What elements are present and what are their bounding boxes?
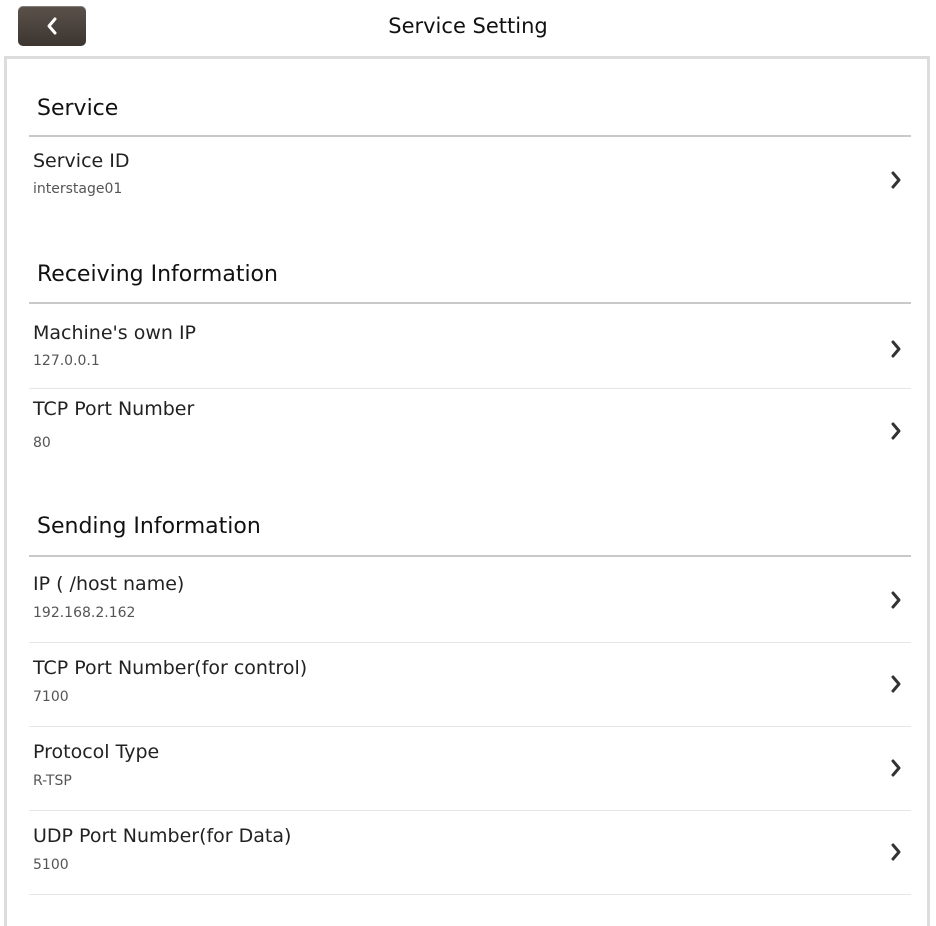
chevron-right-icon — [891, 422, 901, 440]
chevron-right-icon — [891, 843, 901, 861]
setting-row-service-id[interactable]: Service ID interstage01 — [29, 142, 911, 222]
chevron-right-icon — [891, 759, 901, 777]
setting-label: TCP Port Number(for control) — [33, 657, 308, 679]
section-title: Receiving Information — [37, 262, 278, 287]
setting-value: R-TSP — [33, 773, 72, 789]
chevron-right-icon — [891, 675, 901, 693]
setting-label: Machine's own IP — [33, 322, 197, 344]
setting-row-ip-host-name[interactable]: IP ( /host name) 192.168.2.162 — [29, 559, 911, 643]
setting-label: UDP Port Number(for Data) — [33, 825, 292, 847]
setting-label: IP ( /host name) — [33, 573, 185, 595]
header-bar: Service Setting — [0, 0, 936, 56]
section-header-receiving-information: Receiving Information — [29, 258, 911, 304]
section-header-sending-information: Sending Information — [29, 510, 911, 557]
section-header-service: Service — [29, 92, 911, 137]
chevron-right-icon — [891, 591, 901, 609]
setting-label: Protocol Type — [33, 741, 160, 763]
chevron-right-icon — [891, 340, 901, 358]
setting-label: TCP Port Number — [33, 398, 195, 420]
section-title: Service — [37, 96, 119, 121]
setting-row-tcp-port-control[interactable]: TCP Port Number(for control) 7100 — [29, 643, 911, 727]
setting-value: 5100 — [33, 857, 69, 873]
setting-value: 127.0.0.1 — [33, 353, 100, 369]
setting-row-protocol-type[interactable]: Protocol Type R-TSP — [29, 727, 911, 811]
setting-value: interstage01 — [33, 181, 123, 197]
chevron-right-icon — [891, 171, 901, 189]
setting-value: 192.168.2.162 — [33, 605, 136, 621]
setting-row-udp-port-data[interactable]: UDP Port Number(for Data) 5100 — [29, 811, 911, 895]
setting-row-machine-ip[interactable]: Machine's own IP 127.0.0.1 — [29, 306, 911, 389]
setting-value: 80 — [33, 435, 51, 451]
setting-value: 7100 — [33, 689, 69, 705]
setting-row-tcp-port[interactable]: TCP Port Number 80 — [29, 390, 911, 474]
setting-label: Service ID — [33, 150, 130, 172]
section-title: Sending Information — [37, 514, 261, 539]
page-title: Service Setting — [388, 14, 548, 38]
